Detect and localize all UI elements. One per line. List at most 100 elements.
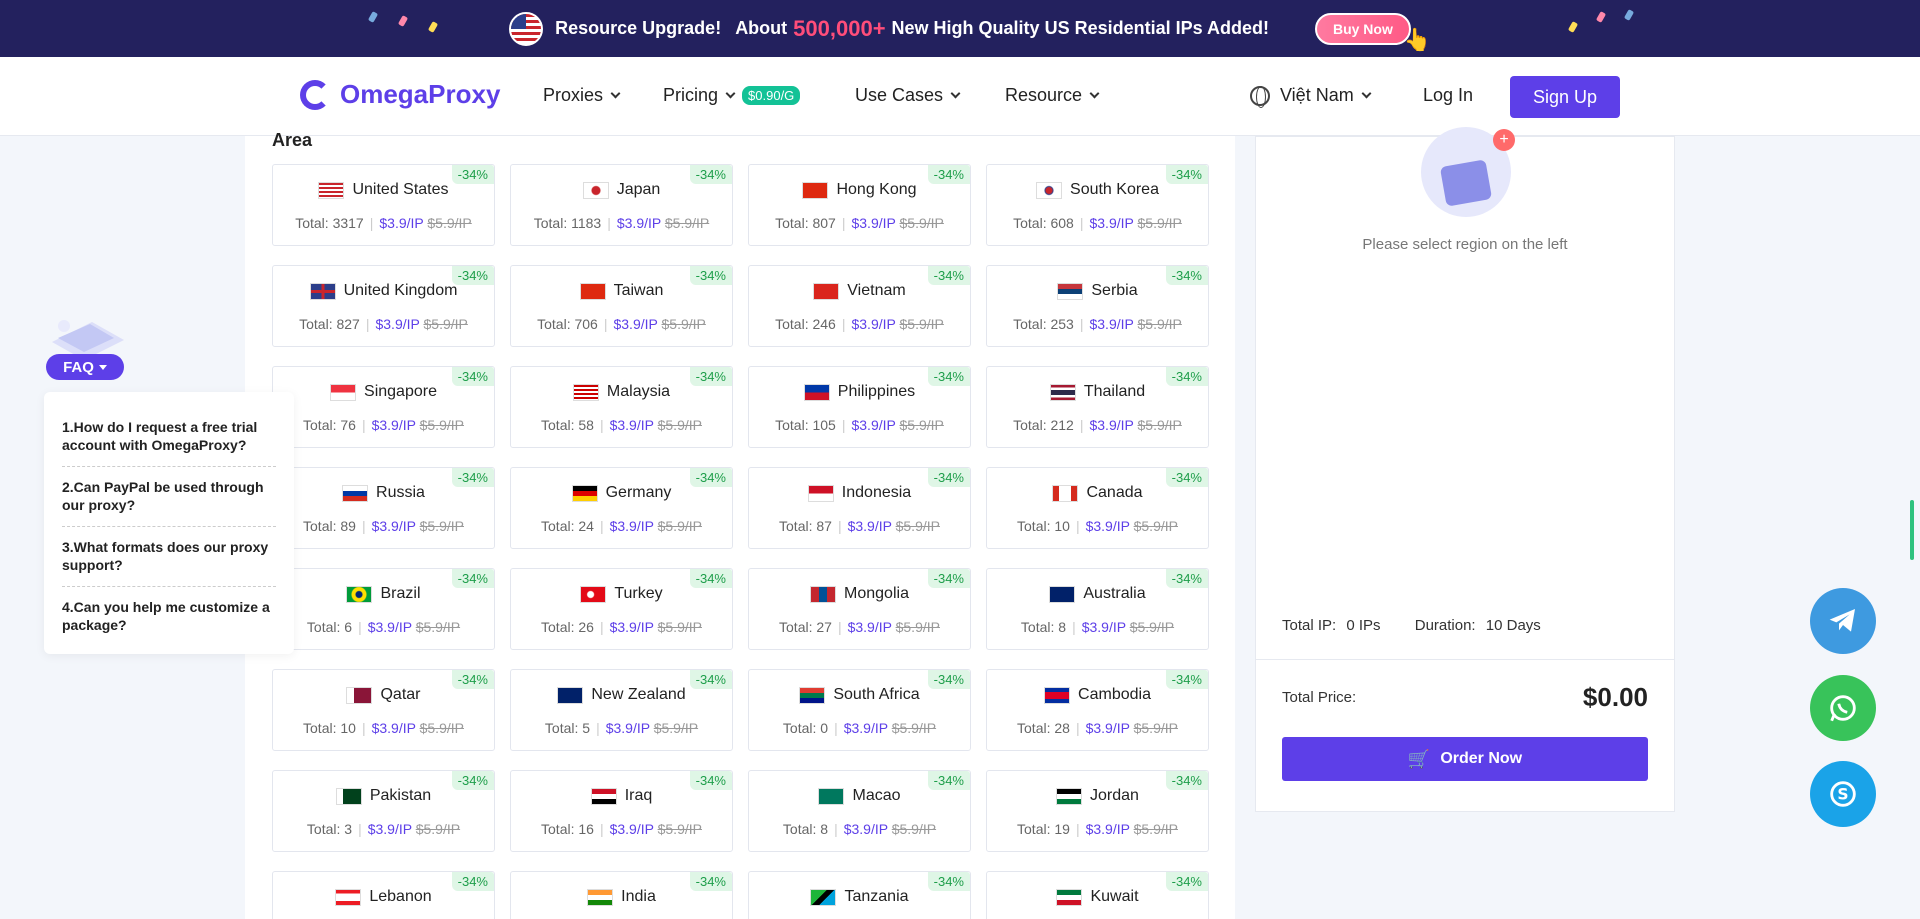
separator: | <box>841 316 846 332</box>
buy-now-button[interactable]: Buy Now 👆 <box>1314 12 1431 52</box>
region-name-text: Iraq <box>624 787 653 804</box>
shopping-bag-icon <box>1439 159 1493 207</box>
nav-proxies[interactable]: Proxies <box>543 85 621 106</box>
region-name: Turkey <box>511 585 732 603</box>
region-card-jo[interactable]: -34% Jordan Total: 19 | $3.9/IP $5.9/IP <box>986 770 1209 852</box>
mn-flag-icon <box>810 585 837 603</box>
total-prefix: Total: <box>1013 215 1051 231</box>
cart-panel: + Please select region on the left Total… <box>1255 127 1675 812</box>
signup-button[interactable]: Sign Up <box>1510 76 1620 118</box>
region-card-id[interactable]: -34% Indonesia Total: 87 | $3.9/IP $5.9/IP <box>748 467 971 549</box>
region-card-ph[interactable]: -34% Philippines Total: 105 | $3.9/IP $5.9/I… <box>748 366 971 448</box>
region-old-price: $5.9/IP <box>899 215 944 231</box>
region-card-vn[interactable]: -34% Vietnam Total: 246 | $3.9/IP $5.9/IP <box>748 265 971 347</box>
separator: | <box>1075 518 1080 534</box>
region-card-mn[interactable]: -34% Mongolia Total: 27 | $3.9/IP $5.9/IP <box>748 568 971 650</box>
region-card-au[interactable]: -34% Australia Total: 8 | $3.9/IP $5.9/IP <box>986 568 1209 650</box>
region-old-price: $5.9/IP <box>891 821 937 837</box>
ru-flag-icon <box>342 484 369 502</box>
nav-use-cases[interactable]: Use Cases <box>855 85 961 106</box>
region-total: 89 <box>340 518 356 534</box>
region-card-gb[interactable]: -34% United Kingdom Total: 827 | $3.9/IP $5.… <box>272 265 495 347</box>
nav-pricing[interactable]: Pricing $0.90/G <box>663 85 801 106</box>
region-card-in[interactable]: -34% India <box>510 871 733 919</box>
region-name: Singapore <box>273 383 494 401</box>
region-name-text: Hong Kong <box>836 181 917 198</box>
jo-flag-icon <box>1056 787 1083 805</box>
chevron-down-icon <box>1089 88 1100 99</box>
region-card-tz[interactable]: -34% Tanzania <box>748 871 971 919</box>
region-card-lb[interactable]: -34% Lebanon <box>272 871 495 919</box>
top-nav: OmegaProxy Proxies Pricing $0.90/G Use C… <box>0 57 1920 136</box>
region-card-hk[interactable]: -34% Hong Kong Total: 807 | $3.9/IP $5.9/IP <box>748 164 971 246</box>
scroll-indicator[interactable] <box>1910 500 1914 560</box>
region-name-text: Cambodia <box>1078 686 1151 703</box>
region-card-nz[interactable]: -34% New Zealand Total: 5 | $3.9/IP $5.9/IP <box>510 669 733 751</box>
region-name: Lebanon <box>273 888 494 906</box>
order-now-button[interactable]: 🛒 Order Now <box>1282 737 1648 781</box>
region-total: 253 <box>1050 316 1074 332</box>
region-card-ru[interactable]: -34% Russia Total: 89 | $3.9/IP $5.9/IP <box>272 467 495 549</box>
region-card-sg[interactable]: -34% Singapore Total: 76 | $3.9/IP $5.9/IP <box>272 366 495 448</box>
region-name-text: Brazil <box>380 585 421 602</box>
region-card-jp[interactable]: -34% Japan Total: 1183 | $3.9/IP $5.9/IP <box>510 164 733 246</box>
region-info: Total: 89 | $3.9/IP $5.9/IP <box>273 518 494 534</box>
region-info: Total: 28 | $3.9/IP $5.9/IP <box>987 720 1208 736</box>
separator: | <box>1075 720 1080 736</box>
region-price: $3.9/IP <box>605 720 650 736</box>
region-card-br[interactable]: -34% Brazil Total: 6 | $3.9/IP $5.9/IP <box>272 568 495 650</box>
telegram-button[interactable] <box>1810 588 1876 654</box>
region-card-pk[interactable]: -34% Pakistan Total: 3 | $3.9/IP $5.9/IP <box>272 770 495 852</box>
region-old-price: $5.9/IP <box>891 720 937 736</box>
total-prefix: Total: <box>779 619 817 635</box>
login-link[interactable]: Log In <box>1423 85 1473 106</box>
region-total: 807 <box>812 215 836 231</box>
logo-text: OmegaProxy <box>340 79 501 109</box>
separator: | <box>1079 417 1084 433</box>
faq-question[interactable]: 1.How do I request a free trial account … <box>62 418 276 467</box>
region-card-kr[interactable]: -34% South Korea Total: 608 | $3.9/IP $5.9/I… <box>986 164 1209 246</box>
chevron-down-icon <box>725 88 736 99</box>
region-card-us[interactable]: -34% United States Total: 3317 | $3.9/IP $5.… <box>272 164 495 246</box>
region-card-ca[interactable]: -34% Canada Total: 10 | $3.9/IP $5.9/IP <box>986 467 1209 549</box>
region-card-th[interactable]: -34% Thailand Total: 212 | $3.9/IP $5.9/IP <box>986 366 1209 448</box>
region-total: 6 <box>344 619 353 635</box>
region-card-mo[interactable]: -34% Macao Total: 8 | $3.9/IP $5.9/IP <box>748 770 971 852</box>
my-flag-icon <box>572 383 599 401</box>
region-card-de[interactable]: -34% Germany Total: 24 | $3.9/IP $5.9/IP <box>510 467 733 549</box>
region-card-kw[interactable]: -34% Kuwait <box>986 871 1209 919</box>
kw-flag-icon <box>1056 888 1083 906</box>
region-info: Total: 27 | $3.9/IP $5.9/IP <box>749 619 970 635</box>
faq-button-label: FAQ <box>63 358 94 376</box>
region-info: Total: 105 | $3.9/IP $5.9/IP <box>749 417 970 433</box>
whatsapp-button[interactable] <box>1810 675 1876 741</box>
ph-flag-icon <box>803 383 830 401</box>
region-name: South Africa <box>749 686 970 704</box>
region-name: Japan <box>511 181 732 199</box>
region-card-za[interactable]: -34% South Africa Total: 0 | $3.9/IP $5.9/IP <box>748 669 971 751</box>
region-card-tw[interactable]: -34% Taiwan Total: 706 | $3.9/IP $5.9/IP <box>510 265 733 347</box>
faq-button[interactable]: FAQ <box>46 354 124 380</box>
cart-totals: Total IP: 0 IPs Duration: 10 Days <box>1282 617 1547 634</box>
region-price: $3.9/IP <box>371 417 416 433</box>
skype-button[interactable]: S <box>1810 761 1876 827</box>
faq-question[interactable]: 3.What formats does our proxy support? <box>62 538 276 587</box>
region-name-text: Indonesia <box>841 484 912 501</box>
region-card-kh[interactable]: -34% Cambodia Total: 28 | $3.9/IP $5.9/IP <box>986 669 1209 751</box>
region-card-qa[interactable]: -34% Qatar Total: 10 | $3.9/IP $5.9/IP <box>272 669 495 751</box>
region-price: $3.9/IP <box>613 316 658 332</box>
language-selector[interactable]: Việt Nam <box>1250 85 1372 108</box>
nav-resource[interactable]: Resource <box>1005 85 1100 106</box>
faq-question[interactable]: 2.Can PayPal be used through our proxy? <box>62 478 276 527</box>
faq-question[interactable]: 4.Can you help me customize a package? <box>62 598 276 646</box>
separator: | <box>834 720 838 736</box>
separator: | <box>1075 821 1080 837</box>
region-card-iq[interactable]: -34% Iraq Total: 16 | $3.9/IP $5.9/IP <box>510 770 733 852</box>
region-card-tr[interactable]: -34% Turkey Total: 26 | $3.9/IP $5.9/IP <box>510 568 733 650</box>
logo[interactable]: OmegaProxy <box>300 79 500 110</box>
separator: | <box>607 215 611 231</box>
region-name: Hong Kong <box>749 181 970 199</box>
region-card-rs[interactable]: -34% Serbia Total: 253 | $3.9/IP $5.9/IP <box>986 265 1209 347</box>
th-flag-icon <box>1049 383 1076 401</box>
region-card-my[interactable]: -34% Malaysia Total: 58 | $3.9/IP $5.9/IP <box>510 366 733 448</box>
